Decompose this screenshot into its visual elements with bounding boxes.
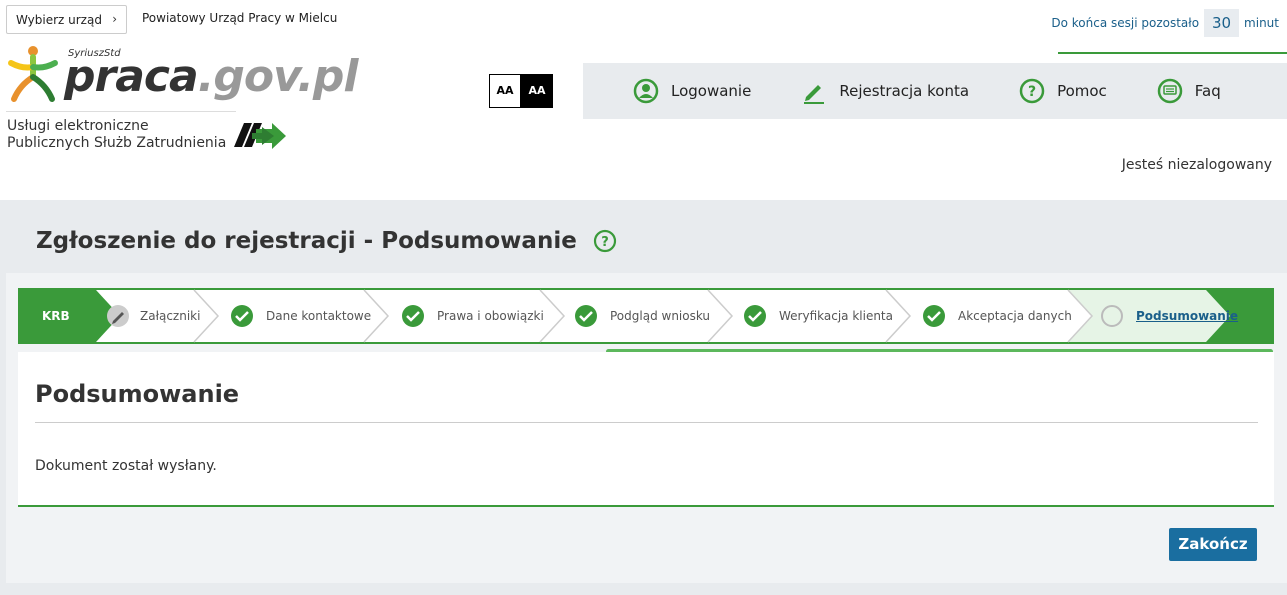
finish-button[interactable]: Zakończ bbox=[1169, 528, 1257, 561]
arrows-logo-icon bbox=[234, 123, 286, 149]
summary-message: Dokument został wysłany. bbox=[35, 458, 217, 474]
services-line-1: Usługi elektroniczne bbox=[7, 118, 149, 134]
step-application-preview[interactable]: Podgląd wniosku bbox=[610, 309, 710, 323]
page-title: Zgłoszenie do rejestracji - Podsumowanie… bbox=[36, 228, 617, 254]
office-select-label: Wybierz urząd bbox=[16, 12, 102, 27]
step-summary[interactable]: Podsumowanie bbox=[1136, 309, 1238, 323]
step-krb: KRB bbox=[42, 309, 70, 323]
step-data-acceptance[interactable]: Akceptacja danych bbox=[958, 309, 1072, 323]
nav-register-label: Rejestracja konta bbox=[839, 82, 970, 100]
session-prefix: Do końca sesji pozostało bbox=[1051, 16, 1200, 30]
logo-divider bbox=[6, 111, 236, 112]
help-icon[interactable]: ? bbox=[593, 229, 617, 253]
contrast-switch: AA AA bbox=[489, 74, 553, 108]
logo-mark-icon bbox=[8, 46, 58, 102]
session-underline bbox=[1058, 52, 1287, 54]
logo-text-rest: .gov.pl bbox=[197, 51, 359, 102]
step-client-verification[interactable]: Weryfikacja klienta bbox=[779, 309, 893, 323]
top-navigation: Logowanie Rejestracja konta ? Pomoc Faq bbox=[583, 63, 1287, 119]
session-suffix: minut bbox=[1244, 16, 1279, 30]
help-icon: ? bbox=[1019, 78, 1045, 104]
services-caption: Usługi elektroniczne Publicznych Służb Z… bbox=[7, 118, 226, 152]
login-state: Jesteś niezalogowany bbox=[1121, 157, 1272, 173]
pencil-icon bbox=[804, 85, 825, 104]
step-attachments[interactable]: Załączniki bbox=[140, 309, 200, 323]
office-name: Powiatowy Urząd Pracy w Mielcu bbox=[142, 11, 338, 25]
summary-section: Podsumowanie Dokument został wysłany. bbox=[18, 352, 1274, 507]
chat-icon bbox=[1157, 78, 1183, 104]
nav-login-label: Logowanie bbox=[671, 82, 752, 100]
svg-text:?: ? bbox=[601, 235, 609, 250]
svg-text:?: ? bbox=[1028, 84, 1036, 100]
session-minutes: 30 bbox=[1204, 9, 1240, 37]
chevron-right-icon: › bbox=[112, 12, 117, 26]
wizard-steps: KRB Załączniki Dane kontaktowe Prawa i o… bbox=[18, 288, 1274, 344]
contrast-normal-button[interactable]: AA bbox=[489, 74, 521, 108]
nav-help-label: Pomoc bbox=[1057, 82, 1107, 100]
logo-text-main: praca bbox=[64, 51, 199, 102]
summary-divider bbox=[35, 422, 1258, 423]
nav-help[interactable]: ? Pomoc bbox=[1019, 78, 1107, 104]
step-rights-duties[interactable]: Prawa i obowiązki bbox=[437, 309, 544, 323]
contrast-high-button[interactable]: AA bbox=[521, 74, 553, 108]
step-contact-data[interactable]: Dane kontaktowe bbox=[266, 309, 371, 323]
logo[interactable]: SyriuszStd praca.gov.pl bbox=[6, 45, 358, 107]
summary-heading: Podsumowanie bbox=[35, 380, 240, 408]
logo-text: praca.gov.pl bbox=[64, 51, 358, 102]
nav-register[interactable]: Rejestracja konta bbox=[801, 78, 969, 104]
page-title-text: Zgłoszenie do rejestracji - Podsumowanie bbox=[36, 228, 577, 254]
services-line-2: Publicznych Służb Zatrudnienia bbox=[7, 135, 227, 151]
nav-faq[interactable]: Faq bbox=[1157, 78, 1221, 104]
page: Wybierz urząd › Powiatowy Urząd Pracy w … bbox=[0, 0, 1287, 595]
nav-login[interactable]: Logowanie bbox=[633, 78, 751, 104]
nav-faq-label: Faq bbox=[1194, 82, 1221, 100]
office-select-button[interactable]: Wybierz urząd › bbox=[6, 5, 127, 34]
session-timer: Do końca sesji pozostało 30 minut bbox=[1051, 9, 1279, 37]
user-icon bbox=[633, 78, 659, 104]
